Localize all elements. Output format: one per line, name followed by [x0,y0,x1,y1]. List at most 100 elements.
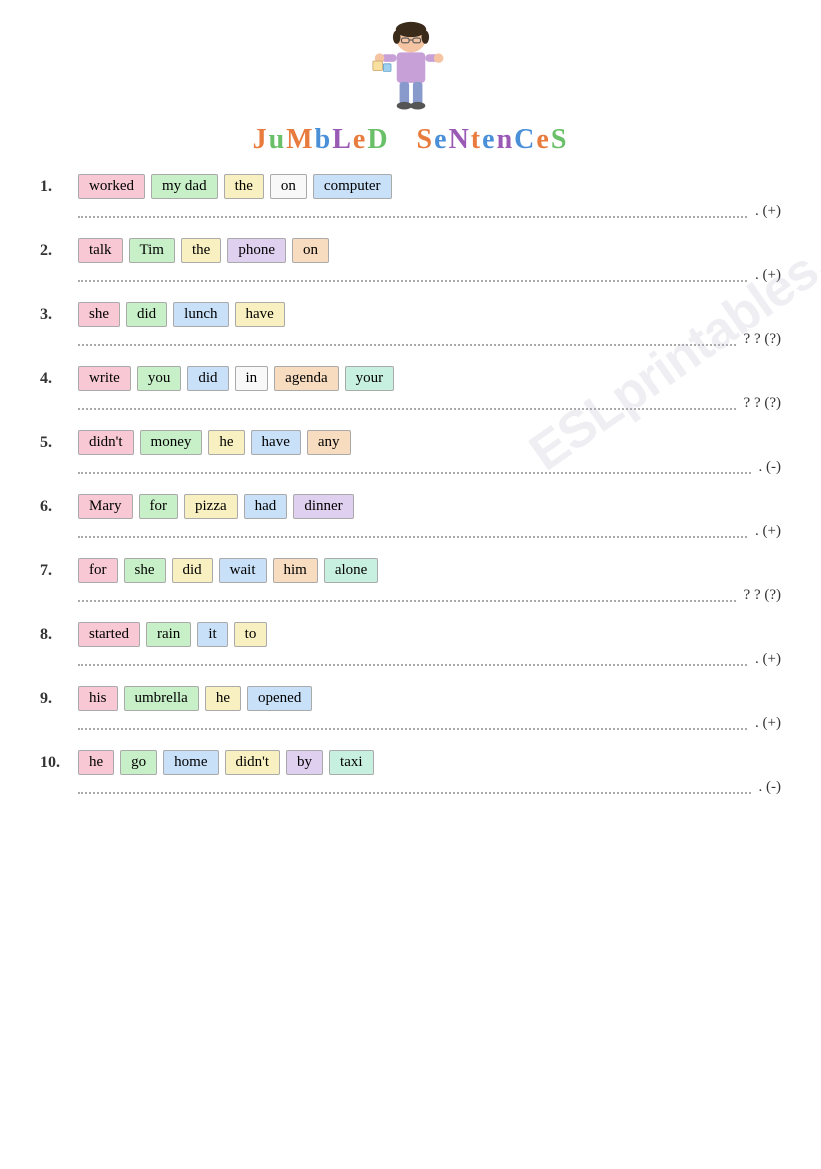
exercise-row-10: 10.hegohomedidn'tbytaxi [40,750,781,775]
exercise-4: 4.writeyoudidinagendayour ? ? (?) [40,366,781,412]
sentence-type-1: . (+) [755,203,781,220]
word-box-8-2: rain [146,622,191,647]
word-box-8-3: it [197,622,227,647]
word-box-9-2: umbrella [124,686,199,711]
words-row-4: writeyoudidinagendayour [78,366,394,391]
word-box-3-3: lunch [173,302,228,327]
word-box-2-3: the [181,238,221,263]
answer-line-row-10: . (-) [78,779,781,796]
word-box-2-1: talk [78,238,123,263]
answer-line-row-7: ? ? (?) [78,587,781,604]
word-box-7-3: did [172,558,213,583]
word-box-1-5: computer [313,174,392,199]
sentence-type-4: ? ? (?) [744,395,781,412]
answer-line-row-8: . (+) [78,651,781,668]
word-box-7-1: for [78,558,118,583]
exercise-8: 8.startedrainitto . (+) [40,622,781,668]
words-row-2: talkTimthephoneon [78,238,329,263]
word-box-2-4: phone [227,238,286,263]
words-row-9: hisumbrellaheopened [78,686,312,711]
word-box-7-5: him [273,558,318,583]
word-box-7-2: she [124,558,166,583]
exercise-row-2: 2.talkTimthephoneon [40,238,781,263]
word-box-5-3: he [208,430,244,455]
word-box-4-3: did [187,366,228,391]
sentence-type-9: . (+) [755,715,781,732]
dotted-line-10 [78,782,751,794]
exercise-row-7: 7.forshedidwaithimalone [40,558,781,583]
dotted-line-6 [78,526,747,538]
word-box-10-1: he [78,750,114,775]
word-box-5-5: any [307,430,351,455]
dotted-line-1 [78,206,747,218]
word-box-5-1: didn't [78,430,134,455]
word-box-5-2: money [140,430,203,455]
word-box-7-4: wait [219,558,267,583]
exercise-row-6: 6.Maryforpizzahaddinner [40,494,781,519]
word-box-8-4: to [234,622,268,647]
word-box-9-1: his [78,686,118,711]
dotted-line-5 [78,462,751,474]
word-box-5-4: have [251,430,301,455]
answer-line-row-3: ? ? (?) [78,331,781,348]
exercise-3: 3.shedidlunchhave? ? (?) [40,302,781,348]
words-row-10: hegohomedidn'tbytaxi [78,750,374,775]
word-box-1-4: on [270,174,307,199]
dotted-line-4 [78,398,736,410]
word-box-1-3: the [224,174,264,199]
exercise-row-4: 4.writeyoudidinagendayour [40,366,781,391]
words-row-7: forshedidwaithimalone [78,558,378,583]
word-box-3-4: have [235,302,285,327]
word-box-3-1: she [78,302,120,327]
exercise-num-10: 10. [40,750,78,772]
word-box-4-1: write [78,366,131,391]
dotted-line-2 [78,270,747,282]
word-box-6-2: for [139,494,179,519]
sentence-type-3: ? ? (?) [744,331,781,348]
answer-line-row-1: . (+) [78,203,781,220]
exercise-num-8: 8. [40,622,78,644]
words-row-3: shedidlunchhave [78,302,285,327]
dotted-line-3 [78,334,736,346]
exercise-num-1: 1. [40,174,78,196]
word-box-7-6: alone [324,558,378,583]
exercise-10: 10.hegohomedidn'tbytaxi. (-) [40,750,781,796]
exercises-container: 1.workedmy dadtheoncomputer. (+)2.talkTi… [40,174,781,796]
word-box-10-6: taxi [329,750,374,775]
answer-line-row-4: ? ? (?) [78,395,781,412]
exercise-row-3: 3.shedidlunchhave [40,302,781,327]
word-box-8-1: started [78,622,140,647]
exercise-1: 1.workedmy dadtheoncomputer. (+) [40,174,781,220]
word-box-4-5: agenda [274,366,338,391]
exercise-2: 2.talkTimthephoneon . (+) [40,238,781,284]
word-box-10-4: didn't [225,750,281,775]
word-box-1-2: my dad [151,174,218,199]
answer-line-row-2: . (+) [78,267,781,284]
word-box-10-5: by [286,750,323,775]
sentence-type-8: . (+) [755,651,781,668]
sentence-type-5: . (-) [759,459,782,476]
exercise-row-8: 8.startedrainitto [40,622,781,647]
word-box-10-3: home [163,750,218,775]
answer-line-row-9: . (+) [78,715,781,732]
sentence-type-7: ? ? (?) [744,587,781,604]
exercise-num-9: 9. [40,686,78,708]
exercise-num-4: 4. [40,366,78,388]
word-box-6-5: dinner [293,494,353,519]
answer-line-row-6: . (+) [78,523,781,540]
word-box-2-5: on [292,238,329,263]
exercise-6: 6.Maryforpizzahaddinner . (+) [40,494,781,540]
exercise-7: 7.forshedidwaithimalone ? ? (?) [40,558,781,604]
words-row-6: Maryforpizzahaddinner [78,494,354,519]
word-box-2-2: Tim [129,238,175,263]
exercise-num-5: 5. [40,430,78,452]
sentence-type-6: . (+) [755,523,781,540]
words-row-5: didn'tmoneyhehaveany [78,430,351,455]
exercise-num-6: 6. [40,494,78,516]
sentence-type-2: . (+) [755,267,781,284]
exercise-9: 9.hisumbrellaheopened . (+) [40,686,781,732]
word-box-6-4: had [244,494,288,519]
answer-line-row-5: . (-) [78,459,781,476]
exercise-5: 5.didn'tmoneyhehaveany . (-) [40,430,781,476]
exercise-row-5: 5.didn'tmoneyhehaveany [40,430,781,455]
